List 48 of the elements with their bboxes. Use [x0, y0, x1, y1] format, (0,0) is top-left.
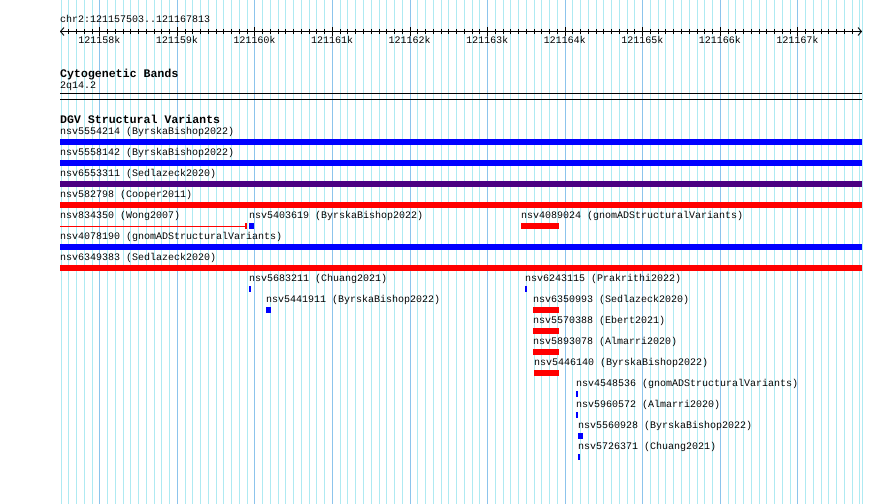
variant-bar[interactable] — [60, 265, 862, 271]
tick-label: 121160k — [233, 36, 276, 48]
track-title: Cytogenetic Bands — [60, 69, 178, 81]
track-title: DGV Structural Variants — [60, 115, 220, 127]
variant-label[interactable]: nsv5960572 (Almarri2020) — [576, 400, 720, 411]
variant-label[interactable]: nsv582798 (Cooper2011) — [60, 190, 192, 201]
variant-bar[interactable] — [266, 307, 271, 313]
tick-label: 121159k — [156, 36, 198, 48]
variant-bar[interactable] — [60, 160, 862, 166]
variant-label[interactable]: nsv5403619 (ByrskaBishop2022) — [249, 211, 424, 222]
variant-bar[interactable] — [533, 349, 559, 355]
variant-bar[interactable] — [533, 307, 559, 313]
variant-label[interactable]: nsv4548536 (gnomADStructuralVariants) — [576, 379, 798, 390]
variant-label[interactable]: nsv5570388 (Ebert2021) — [533, 316, 666, 327]
tick-label: 121167k — [776, 36, 818, 48]
position-label: chr2:121157503..121167813 — [60, 15, 210, 27]
variant-label[interactable]: nsv6553311 (Sedlazeck2020) — [60, 169, 216, 180]
variant-label[interactable]: nsv5554214 (ByrskaBishop2022) — [60, 127, 234, 138]
variant-label[interactable]: nsv5726371 (Chuang2021) — [578, 442, 716, 453]
variant-label[interactable]: nsv4089024 (gnomADStructuralVariants) — [521, 211, 744, 222]
tick-label: 121161k — [310, 36, 353, 48]
variant-label[interactable]: nsv5683211 (Chuang2021) — [249, 274, 388, 285]
variant-label[interactable]: nsv834350 (Wong2007) — [60, 211, 180, 222]
variant-label[interactable]: nsv6350993 (Sedlazeck2020) — [533, 295, 690, 306]
variant-bar[interactable] — [578, 433, 583, 439]
variant-label[interactable]: nsv5558142 (ByrskaBishop2022) — [60, 148, 234, 159]
variant-label[interactable]: nsv5893078 (Almarri2020) — [533, 337, 678, 348]
variant-bar[interactable] — [60, 244, 862, 250]
variant-bar[interactable] — [60, 181, 862, 187]
variant-label[interactable]: nsv5441911 (ByrskaBishop2022) — [266, 295, 440, 306]
tick-label: 121164k — [544, 36, 586, 48]
variant-label[interactable]: nsv5446140 (ByrskaBishop2022) — [534, 358, 708, 369]
tick-label: 121163k — [466, 36, 508, 48]
variant-label[interactable]: nsv5560928 (ByrskaBishop2022) — [578, 421, 752, 432]
variant-label[interactable]: nsv6243115 (Prakrithi2022) — [525, 274, 682, 285]
band-label: 2q14.2 — [60, 81, 96, 92]
tick-label: 121162k — [388, 36, 431, 48]
variant-bar[interactable] — [60, 202, 862, 208]
tick-label: 121158k — [78, 36, 120, 48]
variant-bar[interactable] — [533, 328, 559, 334]
variant-bar[interactable] — [249, 223, 254, 229]
variant-bar[interactable] — [521, 223, 559, 229]
variant-bar[interactable] — [534, 370, 559, 376]
variant-bar[interactable] — [60, 139, 862, 145]
variant-label[interactable]: nsv6349383 (Sedlazeck2020) — [60, 253, 216, 264]
tick-label: 121166k — [698, 36, 741, 48]
tick-label: 121165k — [621, 36, 664, 48]
variant-label[interactable]: nsv4078190 (gnomADStructuralVariants) — [60, 232, 282, 243]
